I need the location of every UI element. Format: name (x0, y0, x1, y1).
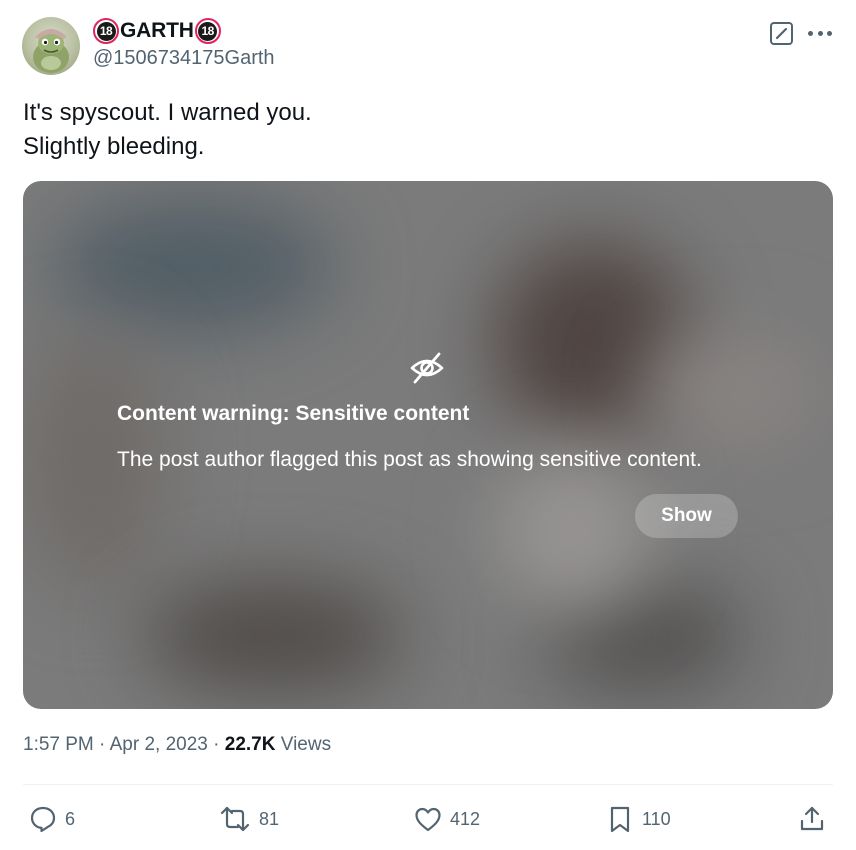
avatar-image (33, 29, 69, 73)
action-bar: 6 81 412 110 (0, 798, 856, 840)
share-icon (800, 806, 824, 831)
post-time[interactable]: 1:57 PM (23, 734, 94, 755)
more-icon[interactable] (806, 24, 834, 42)
like-icon (415, 807, 441, 832)
avatar[interactable] (22, 17, 80, 75)
show-button[interactable]: Show (635, 494, 738, 538)
post-meta: 1:57 PM · Apr 2, 2023 · 22.7K Views (23, 734, 331, 756)
age-18-badge-icon: 18 (93, 18, 119, 44)
like-button[interactable]: 412 (413, 798, 480, 840)
divider (23, 784, 833, 785)
views-label: Views (280, 734, 332, 755)
bookmark-button[interactable]: 110 (605, 798, 671, 840)
reply-icon (30, 806, 56, 833)
badge-text: 18 (198, 21, 218, 41)
meta-separator: · (213, 734, 220, 755)
share-button[interactable] (797, 798, 827, 840)
display-name[interactable]: GARTH (119, 19, 195, 43)
content-warning-description: The post author flagged this post as sho… (117, 448, 702, 471)
meta-separator: · (99, 734, 106, 755)
author-handle[interactable]: @1506734175Garth (93, 47, 275, 70)
reply-button[interactable]: 6 (28, 798, 75, 840)
bookmark-count: 110 (642, 808, 671, 829)
author-name-row[interactable]: 18 GARTH 18 (93, 17, 221, 45)
sensitive-media[interactable] (23, 181, 833, 709)
eye-slash-icon (408, 349, 446, 387)
like-count: 412 (450, 808, 481, 829)
reply-count: 6 (65, 808, 76, 829)
content-warning-title: Content warning: Sensitive content (117, 402, 470, 425)
media-dim-overlay (23, 181, 833, 709)
repost-button[interactable]: 81 (218, 798, 279, 840)
age-18-badge-icon: 18 (194, 18, 221, 44)
tweet-line: It's spyscout. I warned you. (23, 99, 312, 126)
badge-text: 18 (96, 21, 116, 41)
repost-count: 81 (259, 808, 280, 829)
tweet-text: It's spyscout. I warned you. Slightly bl… (23, 96, 803, 164)
views-count: 22.7K (224, 734, 276, 755)
bookmark-icon (610, 806, 630, 833)
post-date[interactable]: Apr 2, 2023 (110, 734, 208, 755)
edit-icon[interactable] (769, 21, 794, 46)
tweet-line: Slightly bleeding. (23, 133, 205, 160)
repost-icon (220, 806, 250, 832)
